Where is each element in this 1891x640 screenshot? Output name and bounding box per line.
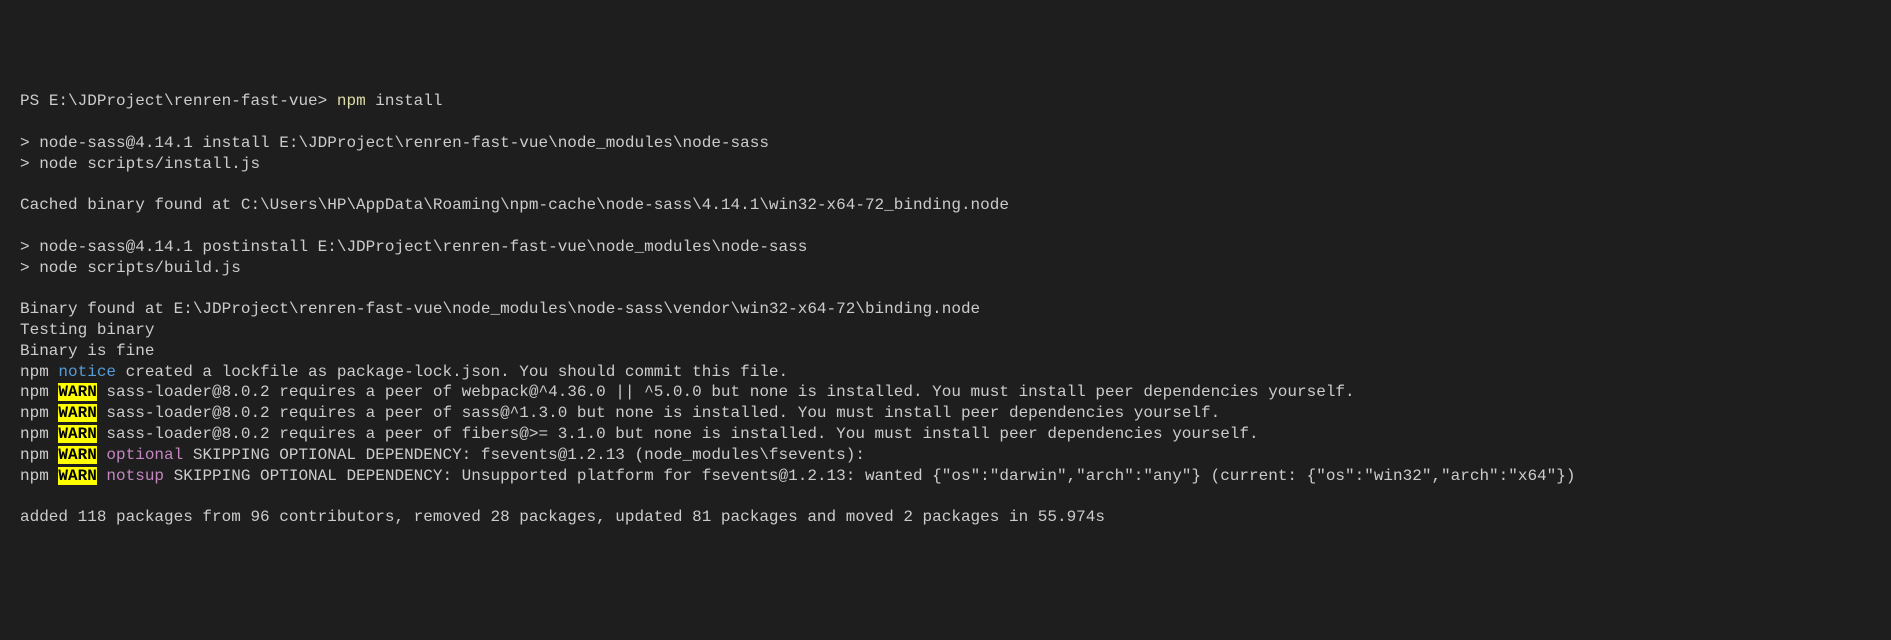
npm-notice-line: npm notice created a lockfile as package… [20, 362, 1871, 383]
blank-line [20, 174, 1871, 195]
npm-prefix: npm [20, 404, 58, 422]
output-line: Cached binary found at C:\Users\HP\AppDa… [20, 195, 1871, 216]
blank-line [20, 112, 1871, 133]
blank-line [20, 278, 1871, 299]
prompt-ps: PS [20, 92, 49, 110]
npm-prefix: npm [20, 383, 58, 401]
prompt-line: PS E:\JDProject\renren-fast-vue> npm ins… [20, 91, 1871, 112]
npm-prefix: npm [20, 467, 58, 485]
output-line: > node scripts/install.js [20, 154, 1871, 175]
warn-text: SKIPPING OPTIONAL DEPENDENCY: fsevents@1… [183, 446, 865, 464]
npm-warn-line: npm WARN sass-loader@8.0.2 requires a pe… [20, 382, 1871, 403]
npm-warn-line: npm WARN sass-loader@8.0.2 requires a pe… [20, 424, 1871, 445]
warn-label: WARN [58, 425, 96, 443]
terminal-output[interactable]: PS E:\JDProject\renren-fast-vue> npm ins… [20, 91, 1871, 528]
warn-text: sass-loader@8.0.2 requires a peer of sas… [97, 404, 1220, 422]
warn-text: SKIPPING OPTIONAL DEPENDENCY: Unsupporte… [164, 467, 1575, 485]
warn-label: WARN [58, 404, 96, 422]
npm-warn-line: npm WARN notsup SKIPPING OPTIONAL DEPEND… [20, 466, 1871, 487]
npm-prefix: npm [20, 446, 58, 464]
notsup-label: notsup [97, 467, 164, 485]
warn-text: sass-loader@8.0.2 requires a peer of fib… [97, 425, 1259, 443]
output-line: > node scripts/build.js [20, 258, 1871, 279]
summary-line: added 118 packages from 96 contributors,… [20, 507, 1871, 528]
warn-text: sass-loader@8.0.2 requires a peer of web… [97, 383, 1355, 401]
notice-label: notice [58, 363, 116, 381]
warn-label: WARN [58, 383, 96, 401]
command-npm: npm [337, 92, 366, 110]
npm-warn-line: npm WARN optional SKIPPING OPTIONAL DEPE… [20, 445, 1871, 466]
command-install: install [366, 92, 443, 110]
output-line: Binary found at E:\JDProject\renren-fast… [20, 299, 1871, 320]
blank-line [20, 486, 1871, 507]
output-line: Binary is fine [20, 341, 1871, 362]
prompt-path: E:\JDProject\renren-fast-vue> [49, 92, 337, 110]
output-line: > node-sass@4.14.1 postinstall E:\JDProj… [20, 237, 1871, 258]
notice-text: created a lockfile as package-lock.json.… [116, 363, 788, 381]
warn-label: WARN [58, 446, 96, 464]
output-line: > node-sass@4.14.1 install E:\JDProject\… [20, 133, 1871, 154]
npm-prefix: npm [20, 425, 58, 443]
warn-label: WARN [58, 467, 96, 485]
output-line: Testing binary [20, 320, 1871, 341]
blank-line [20, 216, 1871, 237]
npm-prefix: npm [20, 363, 58, 381]
optional-label: optional [97, 446, 183, 464]
npm-warn-line: npm WARN sass-loader@8.0.2 requires a pe… [20, 403, 1871, 424]
